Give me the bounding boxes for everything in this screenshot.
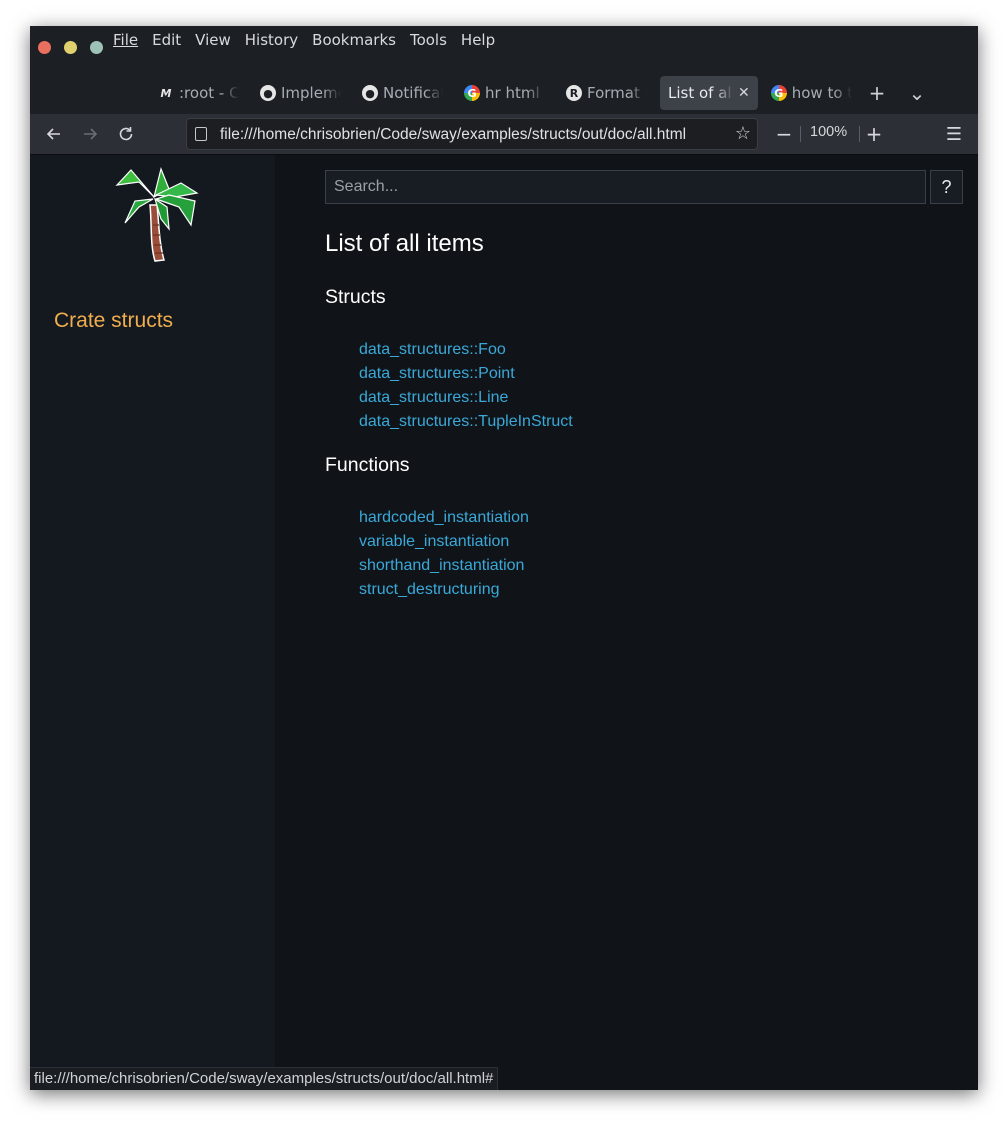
menu-history[interactable]: History — [245, 30, 298, 52]
maximize-window-button[interactable] — [90, 41, 103, 54]
tab-label: Impleme — [281, 84, 341, 102]
menu-view-label: View — [195, 31, 231, 49]
menu-tools[interactable]: Tools — [410, 30, 447, 52]
tab-label: hr html — [485, 84, 540, 102]
list-item: variable_instantiation — [359, 531, 529, 555]
zoom-out-button[interactable]: − — [772, 120, 796, 148]
url-bar[interactable]: file:///home/chrisobrien/Code/sway/examp… — [186, 118, 758, 150]
struct-link[interactable]: data_structures::Foo — [359, 341, 506, 358]
google-icon: G — [464, 85, 480, 101]
menu-help[interactable]: Help — [461, 30, 495, 52]
list-item: data_structures::TupleInStruct — [359, 411, 573, 435]
tab-root[interactable]: M :root - C — [150, 76, 247, 110]
menu-edit[interactable]: Edit — [152, 30, 181, 52]
list-item: data_structures::Foo — [359, 339, 573, 363]
tab-label: :root - C — [179, 84, 239, 102]
sidebar: Crate structs — [30, 155, 275, 1090]
function-link[interactable]: hardcoded_instantiation — [359, 509, 529, 526]
tab-how-to[interactable]: G how to t — [763, 76, 860, 110]
new-tab-button[interactable]: + — [862, 76, 892, 110]
page-title: List of all items — [325, 230, 484, 257]
rust-icon: R — [566, 85, 582, 101]
reload-icon — [119, 127, 133, 141]
close-tab-icon[interactable]: ✕ — [738, 85, 750, 101]
reload-button[interactable] — [112, 120, 140, 148]
menu-bookmarks-label: Bookmarks — [312, 31, 396, 49]
menu-history-label: History — [244, 31, 299, 49]
close-window-button[interactable] — [38, 41, 51, 54]
menu-hamburger-icon[interactable]: ☰ — [942, 120, 966, 148]
menu-tools-label: Tools — [409, 31, 447, 49]
navigation-toolbar: file:///home/chrisobrien/Code/sway/examp… — [30, 114, 978, 155]
tab-list-of-all-items[interactable]: List of all ✕ — [660, 76, 758, 110]
functions-list: hardcoded_instantiation variable_instant… — [359, 507, 529, 603]
url-text[interactable]: file:///home/chrisobrien/Code/sway/examp… — [220, 125, 726, 145]
tab-notifications[interactable]: ● Notificat — [354, 76, 451, 110]
struct-link[interactable]: data_structures::TupleInStruct — [359, 413, 573, 430]
back-button[interactable] — [40, 120, 68, 148]
zoom-in-button[interactable]: + — [862, 120, 886, 148]
help-button[interactable]: ? — [930, 170, 963, 204]
github-icon: ● — [260, 85, 276, 101]
tab-implement[interactable]: ● Impleme — [252, 76, 349, 110]
menu-bookmarks[interactable]: Bookmarks — [312, 30, 396, 52]
menu-file[interactable]: File — [113, 30, 138, 52]
m-icon: M — [160, 86, 172, 100]
back-arrow-icon — [46, 128, 60, 140]
search-input[interactable] — [325, 170, 926, 204]
minimize-window-button[interactable] — [64, 41, 77, 54]
menu-view[interactable]: View — [195, 30, 231, 52]
github-icon: ● — [362, 85, 378, 101]
tab-list-chevron-down-icon[interactable]: ⌄ — [902, 76, 932, 110]
struct-link[interactable]: data_structures::Line — [359, 389, 508, 406]
section-title-functions: Functions — [325, 454, 410, 476]
tab-strip: M :root - C ● Impleme ● Notificat G hr h… — [150, 76, 865, 110]
title-bar: File Edit View History Bookmarks Tools H… — [30, 26, 978, 114]
function-link[interactable]: variable_instantiation — [359, 533, 509, 550]
google-icon: G — [770, 85, 787, 101]
crate-title[interactable]: Crate structs — [54, 309, 173, 333]
forward-button[interactable] — [76, 120, 104, 148]
tab-hr-html[interactable]: G hr html — [456, 76, 553, 110]
structs-list: data_structures::Foo data_structures::Po… — [359, 339, 573, 435]
zoom-level[interactable]: 100% — [810, 124, 847, 140]
tab-format[interactable]: R Format i — [558, 76, 655, 110]
page-icon — [195, 127, 207, 141]
main-content: ? List of all items Structs data_structu… — [325, 155, 965, 1090]
menu-help-label: Help — [460, 31, 496, 49]
list-item: shorthand_instantiation — [359, 555, 529, 579]
menu-file-label: File — [113, 31, 139, 49]
list-item: struct_destructuring — [359, 579, 529, 603]
menu-bar: File Edit View History Bookmarks Tools H… — [113, 30, 509, 52]
browser-window: File Edit View History Bookmarks Tools H… — [30, 26, 978, 1090]
zoom-separator — [859, 126, 860, 142]
tab-label: Format i — [587, 84, 647, 102]
struct-link[interactable]: data_structures::Point — [359, 365, 515, 382]
zoom-separator — [800, 126, 801, 142]
status-bar: file:///home/chrisobrien/Code/sway/examp… — [30, 1067, 499, 1090]
section-title-structs: Structs — [325, 286, 386, 308]
tab-label: Notificat — [383, 84, 443, 102]
list-item: hardcoded_instantiation — [359, 507, 529, 531]
list-item: data_structures::Line — [359, 387, 573, 411]
tab-label: how to t — [791, 84, 852, 102]
function-link[interactable]: shorthand_instantiation — [359, 557, 524, 574]
bookmark-star-icon[interactable]: ☆ — [735, 123, 751, 144]
palm-tree-logo[interactable] — [109, 167, 199, 265]
menu-edit-label: Edit — [152, 31, 182, 49]
page-content: Crate structs ? List of all items Struct… — [30, 155, 978, 1090]
function-link[interactable]: struct_destructuring — [359, 581, 500, 598]
list-item: data_structures::Point — [359, 363, 573, 387]
tab-label: List of all — [668, 84, 734, 102]
forward-arrow-icon — [84, 128, 98, 140]
